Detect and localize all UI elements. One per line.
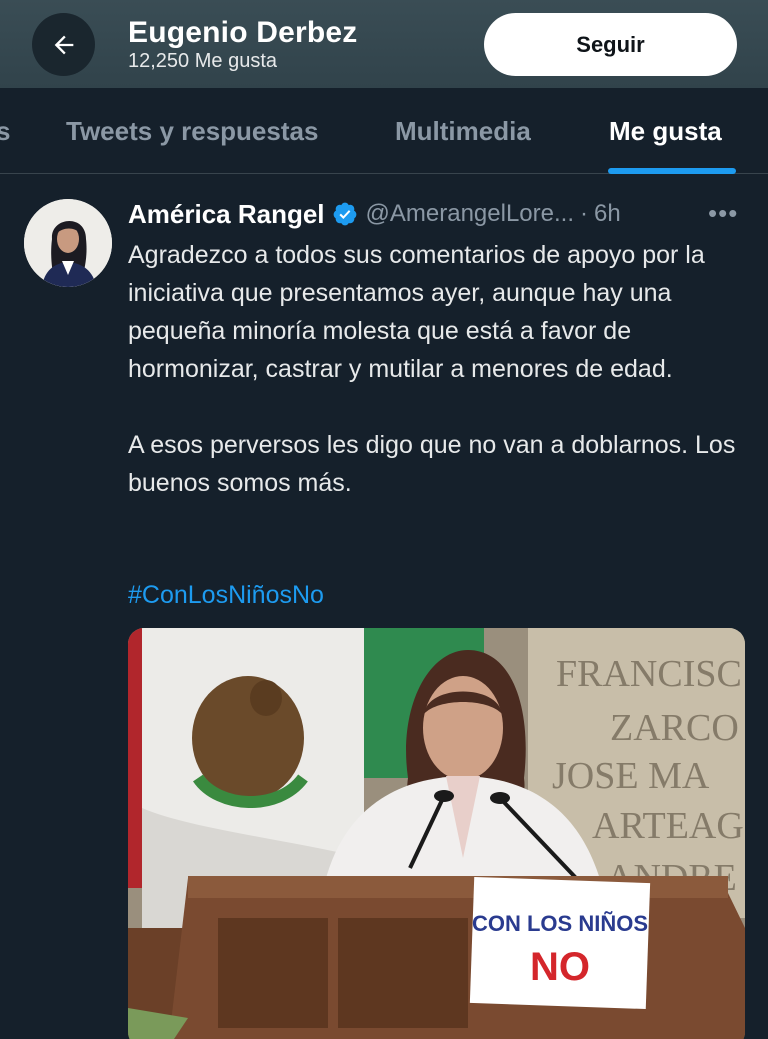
tweet-paragraph: Agradezco a todos sus comentarios de apo… [128,241,705,383]
tab-partial[interactable]: s [0,116,10,147]
follow-button[interactable]: Seguir [484,13,737,76]
more-dots-icon[interactable]: ••• [708,198,738,229]
tweet-time[interactable]: 6h [594,200,621,228]
tab-tweets-replies[interactable]: Tweets y respuestas [66,116,318,147]
wall-line: FRANCISC [556,653,742,695]
active-tab-indicator [608,168,736,174]
separator-dot: · [580,200,588,227]
tweet-header: América Rangel @AmerangelLore... · 6h [128,197,621,231]
avatar-image [24,199,112,287]
author-handle[interactable]: @AmerangelLore... [366,200,574,228]
profile-header: Eugenio Derbez 12,250 Me gusta Seguir [0,0,768,88]
hashtag-link[interactable]: #ConLosNiñosNo [128,576,324,614]
profile-tabs: s Tweets y respuestas Multimedia Me gust… [0,88,768,174]
arrow-left-icon [54,35,73,54]
sign-line1: CON LOS NIÑOS [472,911,648,936]
tweet-paragraph: A esos perversos les digo que no van a d… [128,431,736,497]
back-button[interactable] [32,13,95,76]
sign-line2: NO [530,945,590,989]
wall-line: ZARCO [610,707,739,749]
tab-media[interactable]: Multimedia [395,116,531,147]
verified-badge-icon [333,202,356,226]
avatar[interactable] [24,199,112,287]
profile-name: Eugenio Derbez [128,16,358,49]
wall-line: ARTEAG [592,805,744,847]
media-photo: FRANCISC ZARCO JOSE MA ARTEAG ANDRE [128,628,745,1039]
tweet-text: Agradezco a todos sus comentarios de apo… [128,236,748,502]
likes-count: 12,250 Me gusta [128,50,277,72]
tab-likes[interactable]: Me gusta [609,116,722,147]
wall-line: JOSE MA [552,755,710,797]
tweet-media[interactable]: FRANCISC ZARCO JOSE MA ARTEAG ANDRE [128,628,745,1039]
author-name[interactable]: América Rangel [128,199,325,230]
